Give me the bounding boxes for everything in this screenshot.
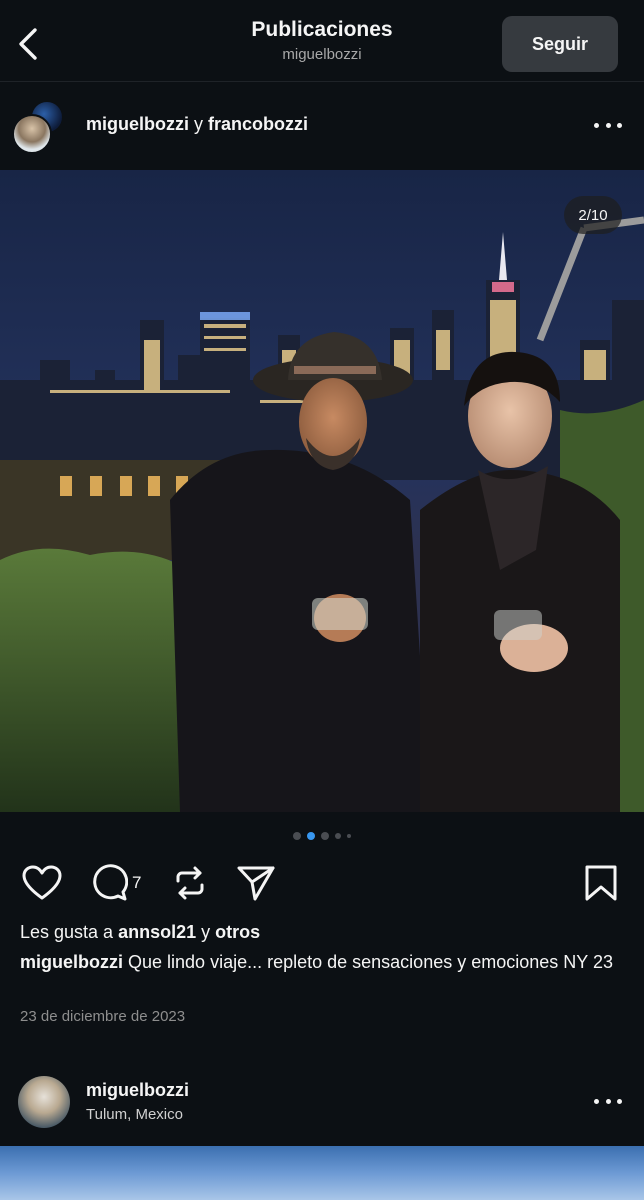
likes-user-link[interactable]: annsol21 <box>118 922 196 942</box>
post-actions: 7 <box>0 860 644 906</box>
follow-button[interactable]: Seguir <box>502 16 618 72</box>
carousel-dot-active <box>307 832 315 840</box>
comment-icon <box>93 864 128 901</box>
dot-icon <box>617 122 622 128</box>
likes-line[interactable]: Les gusta a annsol21 y otros <box>20 922 260 943</box>
repost-button[interactable] <box>172 864 208 902</box>
avatar[interactable] <box>18 1076 70 1128</box>
author-link[interactable]: francobozzi <box>208 114 308 134</box>
caption-text: Que lindo viaje... repleto de sensacione… <box>128 952 613 972</box>
next-post-header: miguelbozzi Tulum, Mexico <box>0 1070 644 1134</box>
carousel-dot <box>321 832 329 840</box>
dot-icon <box>594 122 599 128</box>
save-button[interactable] <box>584 864 618 902</box>
like-button[interactable] <box>22 864 62 902</box>
share-button[interactable] <box>236 864 276 902</box>
next-post-author[interactable]: miguelbozzi <box>86 1080 189 1101</box>
comment-button[interactable]: 7 <box>90 864 141 902</box>
author-link[interactable]: miguelbozzi <box>86 114 189 134</box>
post-caption: miguelbozzi Que lindo viaje... repleto d… <box>20 950 620 974</box>
post-authors: miguelbozzi y francobozzi <box>86 114 308 135</box>
next-post-location[interactable]: Tulum, Mexico <box>86 1106 183 1123</box>
more-options-button[interactable] <box>594 114 622 136</box>
carousel-dot <box>293 832 301 840</box>
author-joiner: y <box>194 114 204 134</box>
carousel-indicator <box>0 832 644 840</box>
dot-icon <box>617 1098 622 1104</box>
repost-icon <box>176 866 204 900</box>
night-rooftop-photo <box>0 170 644 812</box>
post-date: 23 de diciembre de 2023 <box>20 1008 186 1025</box>
likes-prefix: Les gusta a <box>20 922 114 942</box>
carousel-dot <box>347 834 351 838</box>
heart-icon <box>22 865 62 900</box>
likes-others-link[interactable]: otros <box>215 922 260 942</box>
top-bar: Publicaciones miguelbozzi Seguir <box>0 0 644 82</box>
post-header: miguelbozzi y francobozzi <box>0 96 644 156</box>
likes-joiner: y <box>201 922 211 942</box>
bookmark-icon <box>585 865 617 901</box>
next-post-photo[interactable] <box>0 1146 644 1200</box>
dot-icon <box>605 122 611 128</box>
avatar <box>12 114 52 154</box>
dot-icon <box>605 1098 611 1104</box>
caption-author-link[interactable]: miguelbozzi <box>20 952 123 972</box>
post-photo[interactable]: 2/10 <box>0 170 644 812</box>
dot-icon <box>594 1098 599 1104</box>
send-icon <box>237 866 275 901</box>
carousel-dot <box>335 833 341 839</box>
image-counter-badge: 2/10 <box>564 196 622 234</box>
more-options-button[interactable] <box>594 1096 622 1106</box>
collab-avatars[interactable] <box>12 100 68 154</box>
comment-count: 7 <box>132 873 142 892</box>
